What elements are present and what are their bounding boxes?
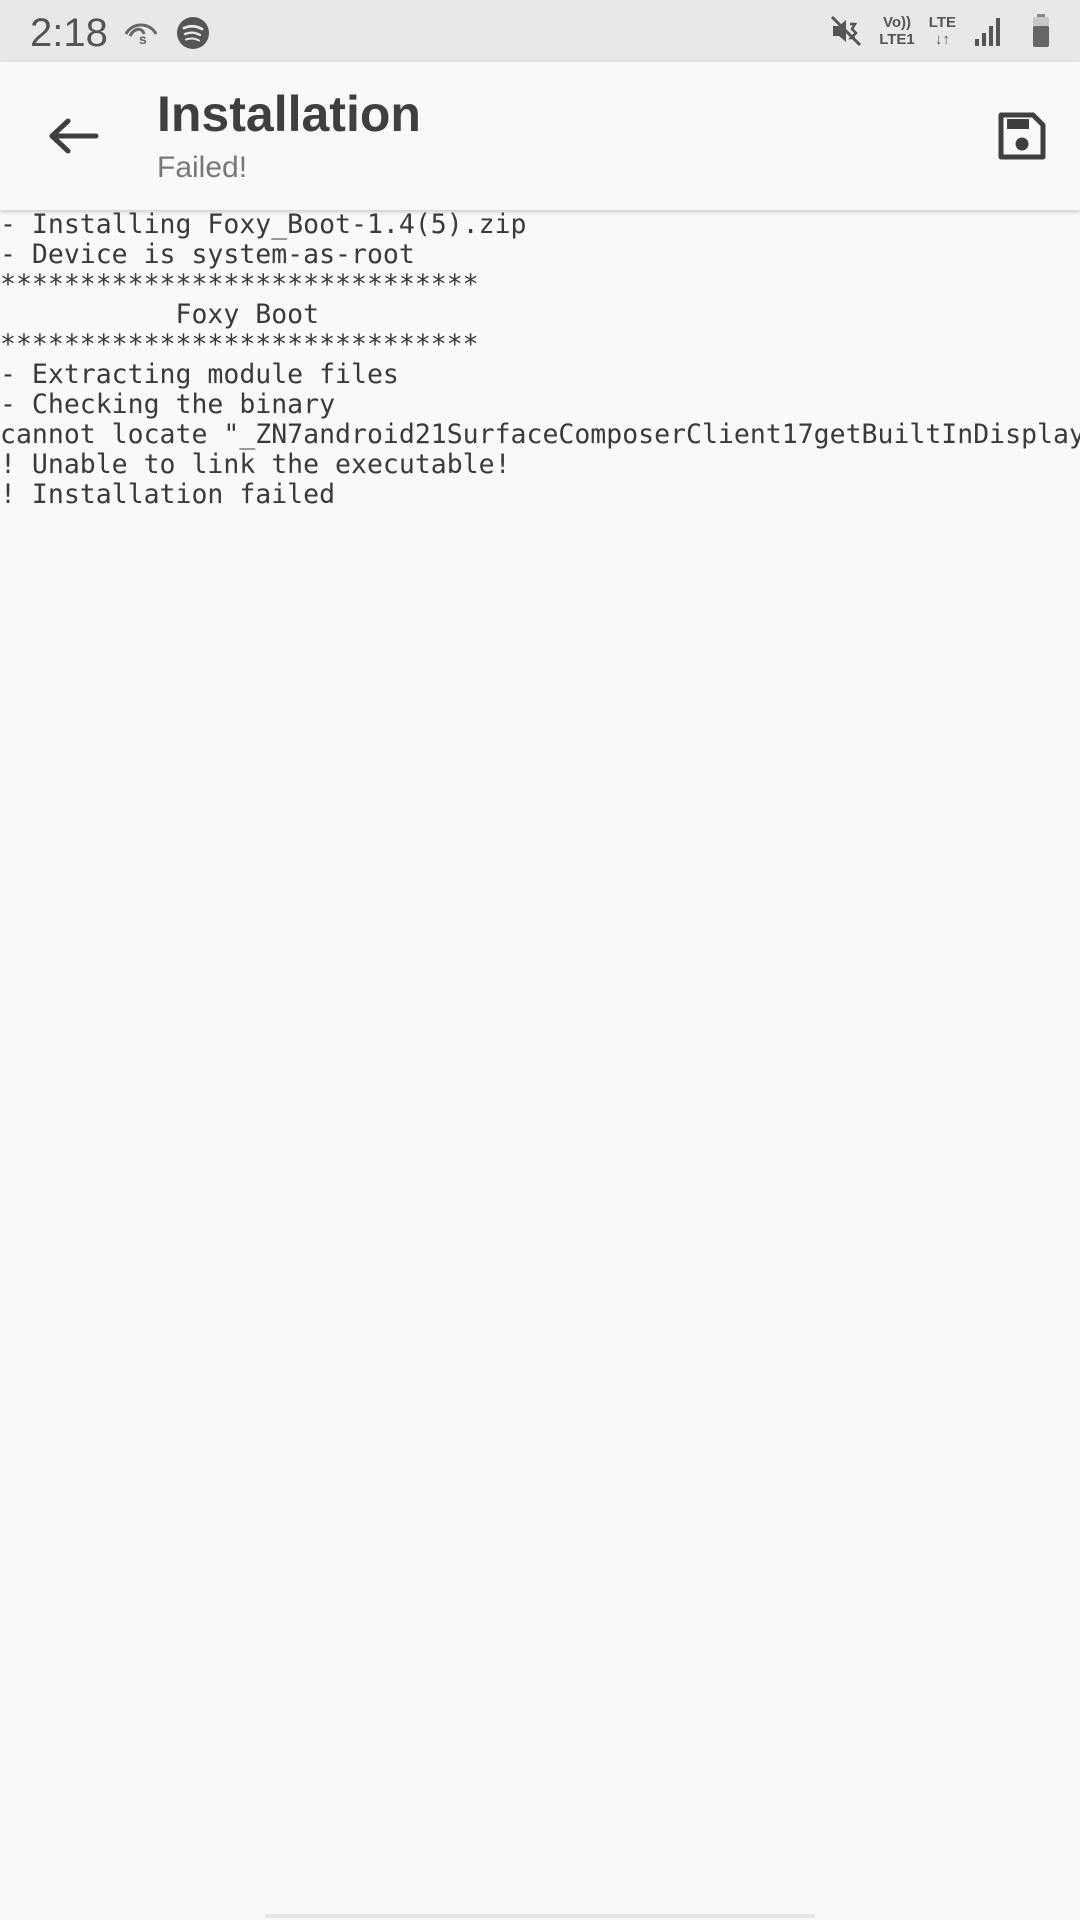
- battery-icon: [1033, 14, 1049, 47]
- home-indicator[interactable]: [265, 1914, 815, 1918]
- volte-top-label: Vo)): [882, 14, 912, 31]
- status-time: 2:18: [30, 11, 108, 55]
- volte-icon: Vo)) LTE1: [879, 14, 915, 48]
- lte-data-icon: LTE ↓↑: [929, 14, 956, 48]
- signal-icon: [975, 18, 1000, 46]
- log-line: ! Installation failed: [0, 479, 336, 510]
- lte-bottom-label: ↓↑: [934, 31, 950, 48]
- arrow-back-icon: [49, 118, 99, 154]
- status-left-icons: s: [122, 14, 212, 52]
- log-line: ******************************: [0, 329, 479, 360]
- log-line: - Checking the binary: [0, 389, 336, 420]
- log-line: ******************************: [0, 269, 479, 300]
- save-button[interactable]: [992, 106, 1052, 166]
- vibrate-mute-icon: [831, 15, 862, 47]
- lte-top-label: LTE: [928, 14, 956, 31]
- app-bar: Installation Failed!: [0, 62, 1080, 210]
- status-bar: 2:18 s Vo)) LTE1 LTE ↓↑: [0, 0, 1080, 62]
- log-line: - Device is system-as-root: [0, 239, 415, 270]
- page-subtitle: Failed!: [157, 151, 248, 184]
- spotify-icon: [177, 17, 209, 49]
- eye-comfort-icon: s: [124, 23, 158, 47]
- log-line: Foxy Boot: [0, 299, 320, 330]
- status-right-icons: Vo)) LTE1 LTE ↓↑: [827, 12, 1060, 50]
- save-icon: [998, 112, 1046, 160]
- install-log: - Installing Foxy_Boot-1.4(5).zip - Devi…: [0, 210, 1080, 1920]
- page-title: Installation: [157, 86, 421, 142]
- log-line: - Installing Foxy_Boot-1.4(5).zip: [0, 210, 527, 240]
- volte-bottom-label: LTE1: [879, 31, 915, 48]
- log-line: ! Unable to link the executable!: [0, 449, 511, 480]
- log-line: - Extracting module files: [0, 359, 399, 390]
- log-line: cannot locate "_ZN7android21SurfaceCompo…: [0, 419, 1080, 450]
- back-button[interactable]: [38, 104, 110, 168]
- svg-text:s: s: [139, 31, 147, 47]
